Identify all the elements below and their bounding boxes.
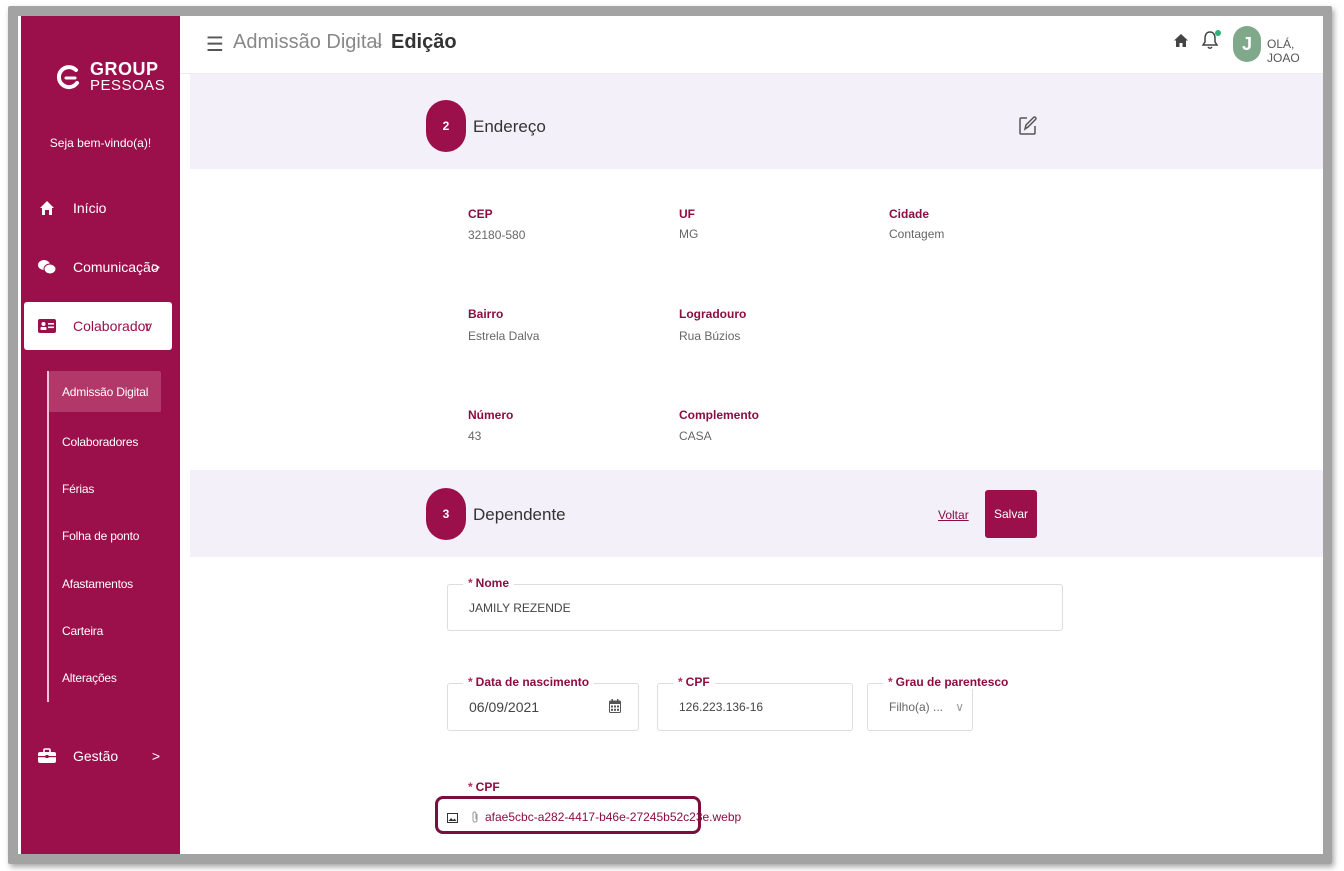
subnav-item-afastamentos[interactable]: Afastamentos	[49, 560, 167, 607]
sidebar-item-label: Gestão	[73, 748, 119, 764]
uf-value: MG	[679, 227, 699, 241]
required-mark: *	[468, 576, 473, 590]
subnav-item-colaboradores[interactable]: Colaboradores	[49, 418, 167, 465]
breadcrumb-admissao-digital[interactable]: Admissão Digital	[233, 31, 382, 54]
bairro-value: Estrela Dalva	[468, 329, 540, 343]
sidebar-item-gestao[interactable]: Gestão >	[21, 732, 180, 780]
back-button[interactable]: Voltar	[938, 508, 969, 522]
subnav-item-alteracoes[interactable]: Alterações	[49, 654, 167, 701]
cpf-file-label: * CPF	[468, 780, 500, 794]
cidade-value: Contagem	[889, 227, 945, 241]
required-mark: *	[468, 675, 473, 689]
edit-icon[interactable]	[1019, 115, 1037, 140]
user-greeting[interactable]: OLÁ, JOAO	[1267, 37, 1323, 65]
birthdate-label: * Data de nascimento	[463, 675, 595, 689]
page-title: Edição	[391, 31, 457, 53]
logradouro-label: Logradouro	[679, 307, 747, 321]
bairro-label: Bairro	[468, 307, 504, 321]
image-icon	[447, 810, 458, 828]
sidebar: GROUP PESSOAS Seja bem-vindo(a)! Início …	[21, 16, 180, 854]
parentesco-label-text: Grau de parentesco	[895, 675, 1009, 689]
complemento-value: CASA	[679, 429, 712, 443]
avatar[interactable]: J	[1233, 26, 1261, 62]
screenshot-frame: GROUP PESSOAS Seja bem-vindo(a)! Início …	[0, 0, 1344, 871]
subnav-item-admissao-digital[interactable]: Admissão Digital	[49, 371, 161, 412]
colaborador-submenu: Admissão Digital Colaboradores Férias Fo…	[47, 371, 167, 702]
parentesco-label: * Grau de parentesco	[883, 675, 1014, 689]
chevron-right-icon: >	[151, 748, 160, 764]
chat-icon	[37, 257, 57, 277]
calendar-icon[interactable]	[609, 699, 621, 718]
numero-label: Número	[468, 408, 514, 422]
sidebar-item-label: Início	[73, 200, 107, 216]
app-window: GROUP PESSOAS Seja bem-vindo(a)! Início …	[21, 16, 1323, 854]
address-section-header	[190, 74, 1323, 169]
id-card-icon	[37, 316, 57, 336]
subnav-item-ferias[interactable]: Férias	[49, 465, 167, 512]
main-content: 2 Endereço CEP 32180-580 UF MG Cidade Co…	[190, 74, 1323, 854]
cpf-file-label-text: CPF	[475, 780, 500, 794]
cep-value: 32180-580	[468, 228, 526, 242]
logo-pessoas-text: PESSOAS	[90, 77, 166, 94]
chevron-right-icon: >	[151, 259, 160, 275]
nome-label-text: Nome	[475, 576, 510, 590]
menu-icon[interactable]: ☰	[206, 32, 224, 57]
paperclip-icon	[471, 810, 479, 828]
required-mark: *	[678, 675, 683, 689]
subnav-item-carteira[interactable]: Carteira	[49, 607, 167, 654]
logo-text: GROUP PESSOAS	[90, 60, 165, 93]
parentesco-value: Filho(a) ...	[889, 700, 944, 714]
birthdate-label-text: Data de nascimento	[475, 675, 590, 689]
cpf-file-name[interactable]: afae5cbc-a282-4417-b46e-27245b52c23e.web…	[485, 810, 741, 824]
nome-value: JAMILY REZENDE	[469, 601, 571, 615]
cpf-field[interactable]: * CPF 126.223.136-16	[657, 675, 853, 731]
nome-label: * Nome	[463, 576, 515, 590]
address-section-title: Endereço	[473, 117, 546, 136]
chevron-down-icon[interactable]: ∨	[955, 700, 964, 714]
logo-group-text: GROUP	[90, 59, 159, 79]
save-button[interactable]: Salvar	[985, 490, 1037, 538]
birthdate-value: 06/09/2021	[469, 699, 540, 715]
required-mark: *	[468, 780, 473, 794]
sidebar-item-label: Colaborador	[73, 318, 151, 334]
cep-label: CEP	[468, 207, 493, 221]
briefcase-icon	[37, 746, 57, 766]
sidebar-item-inicio[interactable]: Início	[21, 184, 180, 232]
cpf-file-attachment[interactable]: afae5cbc-a282-4417-b46e-27245b52c23e.web…	[435, 796, 741, 834]
home-icon[interactable]	[1174, 34, 1188, 52]
cpf-label-text: CPF	[685, 675, 710, 689]
dependent-section-title: Dependente	[473, 505, 566, 524]
numero-value: 43	[468, 429, 482, 443]
chevron-down-icon: v	[145, 318, 152, 334]
birthdate-field[interactable]: * Data de nascimento 06/09/2021	[447, 675, 639, 731]
logradouro-value: Rua Búzios	[679, 329, 741, 343]
complemento-label: Complemento	[679, 408, 760, 422]
cpf-label: * CPF	[673, 675, 715, 689]
sidebar-item-label: Comunicação	[73, 259, 159, 275]
nome-field[interactable]: * Nome JAMILY REZENDE	[447, 576, 1063, 631]
breadcrumb-separator: >	[375, 38, 383, 52]
step-badge-address: 2	[426, 100, 466, 152]
parentesco-select[interactable]: * Grau de parentesco Filho(a) ... ∨	[867, 675, 1014, 731]
step-badge-dependent: 3	[426, 488, 466, 540]
subnav-item-folha-de-ponto[interactable]: Folha de ponto	[49, 513, 167, 560]
dependent-section-header	[190, 470, 1323, 557]
cpf-value: 126.223.136-16	[679, 700, 764, 714]
sidebar-item-comunicacao[interactable]: Comunicação >	[21, 243, 180, 291]
logo-mark-icon	[54, 63, 82, 91]
notification-dot	[1215, 30, 1221, 36]
sidebar-item-colaborador[interactable]: Colaborador v	[24, 302, 172, 350]
topbar: ☰ Admissão Digital > Edição J OLÁ, JOAO	[180, 16, 1323, 74]
cidade-label: Cidade	[889, 207, 930, 221]
uf-label: UF	[679, 207, 695, 221]
home-icon	[37, 198, 57, 218]
welcome-text: Seja bem-vindo(a)!	[49, 136, 152, 150]
logo[interactable]: GROUP PESSOAS	[54, 60, 165, 93]
required-mark: *	[888, 675, 893, 689]
